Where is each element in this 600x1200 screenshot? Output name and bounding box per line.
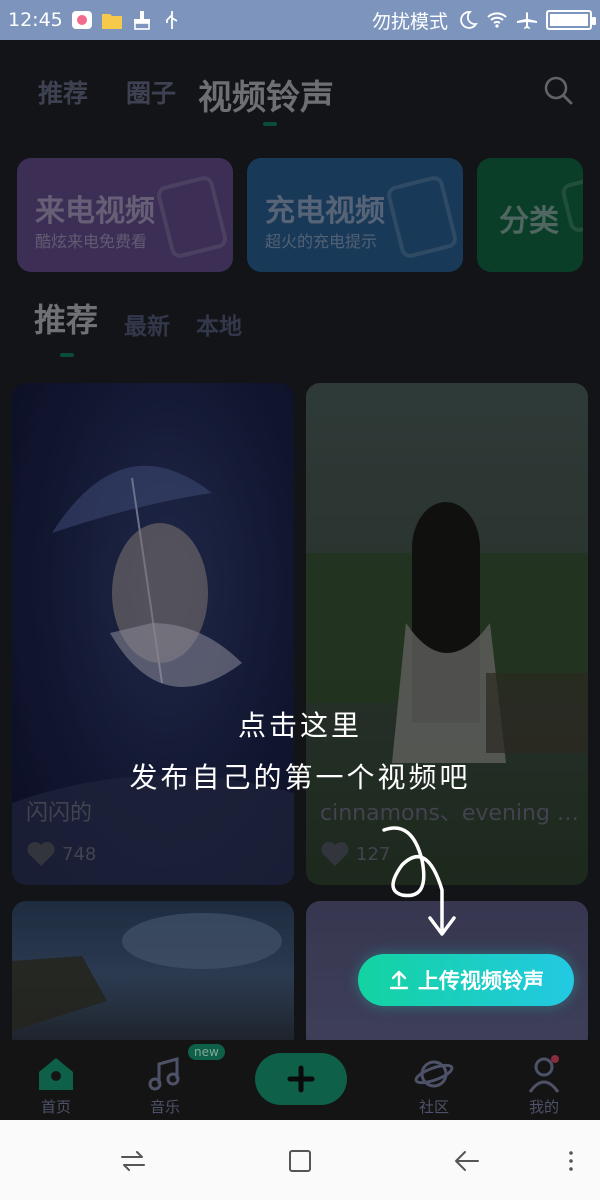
planet-icon (414, 1060, 454, 1088)
status-time: 12:45 (8, 9, 63, 31)
nav-label: 首页 (40, 1098, 71, 1116)
home-key-icon[interactable] (285, 1146, 315, 1176)
wifi-icon (487, 12, 507, 28)
system-nav-bar (0, 1120, 600, 1200)
user-icon (528, 1055, 560, 1093)
folder-icon (101, 14, 122, 29)
battery-icon (546, 10, 596, 30)
nav-community[interactable]: 社区 (394, 1054, 474, 1117)
new-badge: new (188, 1044, 225, 1060)
nav-label: 社区 (418, 1098, 449, 1116)
guide-text-line1: 点击这里 (237, 709, 362, 742)
usb-icon (165, 11, 178, 29)
create-button[interactable] (255, 1053, 347, 1105)
upload-button-label: 上传视频铃声 (418, 969, 544, 993)
status-bar: 12:45 勿扰模式 (0, 0, 600, 40)
back-icon[interactable] (452, 1146, 482, 1176)
bottom-nav: 首页 音乐 new 社区 我的 (0, 1040, 600, 1120)
home-icon (39, 1058, 73, 1090)
app-store-icon (71, 11, 92, 29)
clean-icon (133, 11, 150, 30)
dnd-mode-text: 勿扰模式 (371, 10, 448, 33)
guide-arrow-icon (382, 826, 456, 936)
upload-icon (389, 970, 409, 990)
nav-label: 音乐 (149, 1098, 180, 1116)
nav-music[interactable]: 音乐 (125, 1054, 205, 1117)
app-screen: 推荐 圈子 视频铃声 来电视频 酷炫来电免费看 充电视频 超火的充电提示 分类 … (0, 40, 600, 1120)
nav-profile[interactable]: 我的 (504, 1054, 584, 1117)
battery-fill (550, 14, 588, 26)
plus-icon (287, 1065, 315, 1093)
switch-apps-icon[interactable] (118, 1146, 148, 1176)
moon-icon (460, 11, 478, 29)
airplane-mode-icon (517, 12, 537, 29)
music-note-icon (148, 1057, 180, 1091)
nav-home[interactable]: 首页 (16, 1054, 96, 1117)
nav-label: 我的 (528, 1098, 559, 1116)
guide-text-line2: 发布自己的第一个视频吧 (129, 761, 471, 794)
menu-icon[interactable] (556, 1146, 586, 1176)
upload-video-ringtone-button[interactable]: 上传视频铃声 (358, 954, 574, 1006)
